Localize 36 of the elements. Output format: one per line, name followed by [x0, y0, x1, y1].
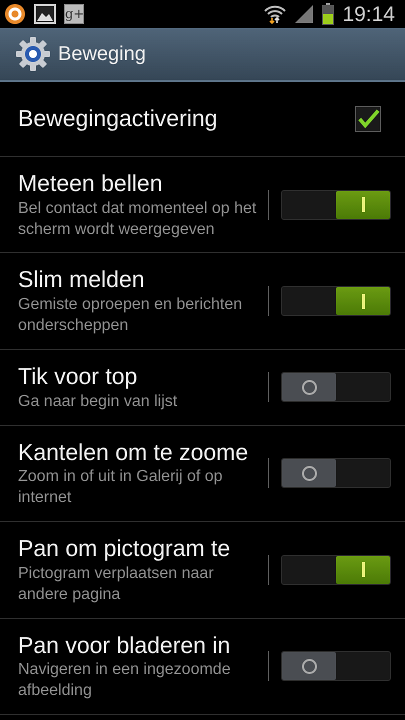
toggle-switch[interactable]	[281, 286, 391, 316]
toggle-switch[interactable]	[281, 651, 391, 682]
setting-title: Slim melden	[18, 265, 146, 294]
settings-row[interactable]: Slim melden Gemiste oproepen en berichten onderscheppen	[0, 253, 405, 350]
wifi-icon	[264, 4, 286, 24]
settings-row[interactable]: Bewegingactivering	[0, 82, 405, 157]
setting-title: Pan om pictogram te	[18, 534, 232, 564]
checkbox[interactable]	[355, 106, 381, 132]
setting-title: Kantelen om te zoome	[18, 438, 250, 467]
setting-title: Meteen bellen	[18, 168, 164, 198]
screen-title: Beweging	[58, 42, 146, 67]
setting-title: Tik voor top	[18, 362, 138, 391]
image-icon	[34, 4, 56, 24]
setting-summary: Gemiste oproepen en berichten onderscheppen	[18, 295, 244, 336]
battery-icon	[322, 3, 334, 25]
settings-row[interactable]: Meteen bellen Bel contact dat momenteel op het scherm wordt weergegeven	[0, 156, 405, 254]
toggle-switch[interactable]	[281, 190, 391, 220]
notification-icon	[4, 3, 26, 25]
settings-row[interactable]: Tik voor top Ga naar begin van lijst	[0, 350, 405, 426]
setting-summary: Bel contact dat momenteel op het scherm wordt weergegeven	[18, 198, 256, 240]
settings-icon	[16, 37, 50, 71]
setting-summary: Zoom in of uit in Galerij of op internet	[18, 467, 224, 508]
setting-summary: Navigeren in een ingezoomde afbeelding	[18, 660, 232, 702]
setting-summary: Pictogram verplaatsen naar andere pagina	[18, 564, 215, 605]
setting-title: Pan voor bladeren in	[18, 630, 232, 660]
settings-row[interactable]: Pan voor bladeren in Navigeren in een ingezoomde afbeelding	[0, 618, 405, 715]
app-icon: g+	[64, 4, 84, 24]
setting-summary: Ga naar begin van lijst	[18, 392, 178, 412]
settings-row[interactable]: Pan om pictogram te Pictogram verplaatsen naar andere pagina	[0, 522, 405, 619]
settings-row[interactable]: Kantelen om te zoome Zoom in of uit in Galerij of op internet	[0, 426, 405, 522]
toggle-switch[interactable]	[281, 554, 391, 585]
toggle-switch[interactable]	[281, 458, 391, 488]
toggle-switch[interactable]	[281, 372, 391, 402]
signal-icon	[294, 4, 314, 24]
clock-time: 19:14	[342, 4, 395, 24]
setting-title: Bewegingactivering	[18, 104, 218, 133]
